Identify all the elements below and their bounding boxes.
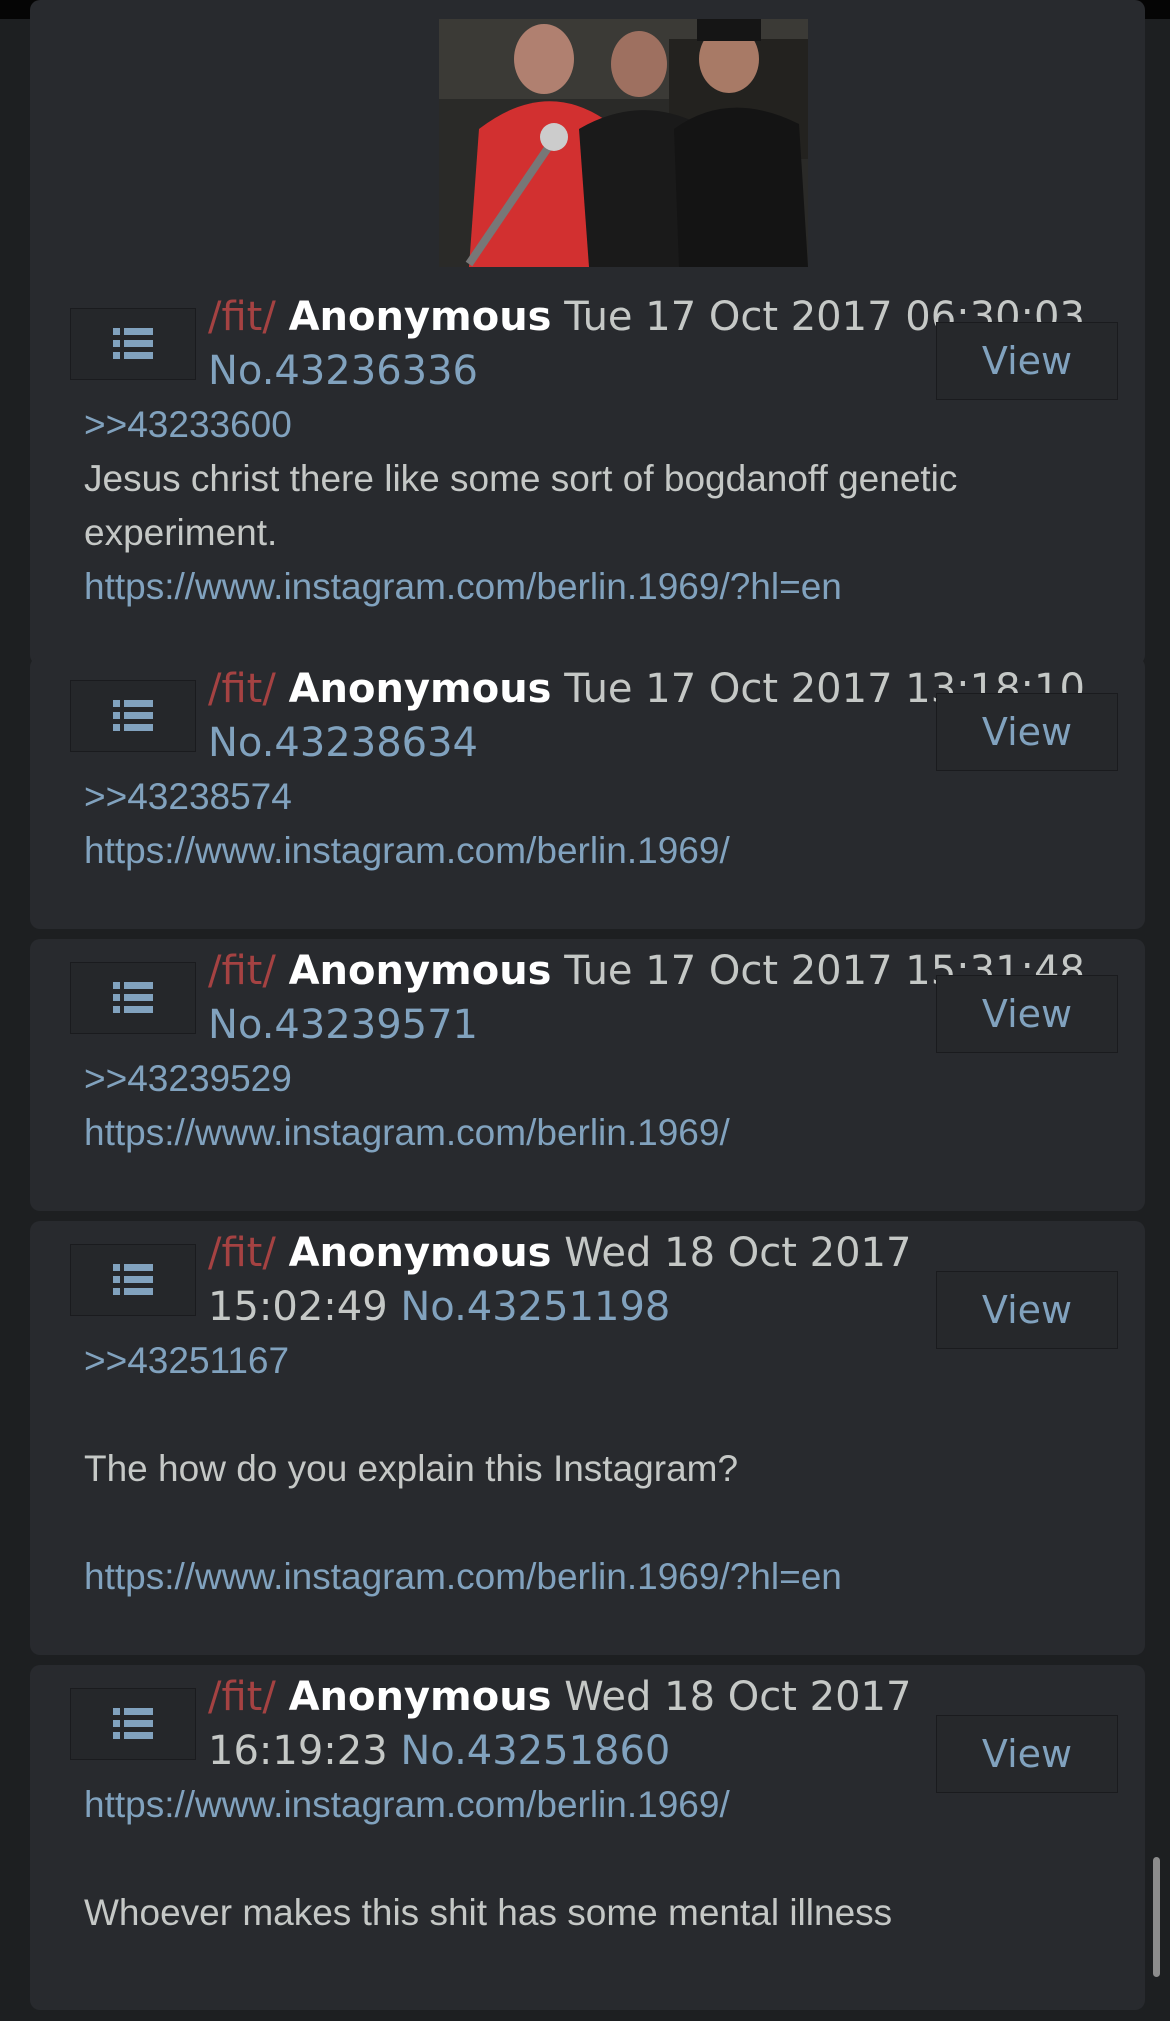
post: /fit/ Anonymous Tue 17 Oct 2017 06:30:03…	[30, 0, 1145, 665]
post: /fit/ Anonymous Wed 18 Oct 2017 15:02:49…	[30, 1221, 1145, 1655]
poster-name: Anonymous	[288, 1230, 552, 1276]
board-link[interactable]: /fit/	[208, 1230, 276, 1276]
poster-name: Anonymous	[288, 666, 552, 712]
list-icon	[113, 328, 153, 359]
board-link[interactable]: /fit/	[208, 294, 276, 340]
external-link[interactable]: https://www.instagram.com/berlin.1969/?h…	[84, 560, 842, 614]
board-link[interactable]: /fit/	[208, 666, 276, 712]
external-link[interactable]: https://www.instagram.com/berlin.1969/	[84, 1778, 730, 1832]
poster-name: Anonymous	[288, 294, 552, 340]
list-icon	[113, 1264, 153, 1295]
poster-name: Anonymous	[288, 1674, 552, 1720]
post-menu-button[interactable]	[70, 962, 196, 1034]
post-menu-button[interactable]	[70, 1244, 196, 1316]
external-link[interactable]: https://www.instagram.com/berlin.1969/	[84, 1106, 730, 1160]
post: /fit/ Anonymous Wed 18 Oct 2017 16:19:23…	[30, 1665, 1145, 2010]
list-icon	[113, 982, 153, 1013]
post-date: Wed 18 Oct 2017	[564, 1230, 912, 1276]
external-link[interactable]: https://www.instagram.com/berlin.1969/	[84, 824, 730, 878]
post-date: Wed 18 Oct 2017	[564, 1674, 912, 1720]
photo-thumbnail	[439, 19, 808, 267]
quote-link[interactable]: >>43233600	[84, 398, 292, 452]
post-header: /fit/ Anonymous Wed 18 Oct 2017 15:02:49…	[208, 1226, 928, 1334]
post-text: Whoever makes this shit has some mental …	[84, 1892, 893, 1933]
post-text: Jesus christ there like some sort of bog…	[84, 458, 958, 499]
view-button[interactable]: View	[936, 322, 1118, 400]
board-link[interactable]: /fit/	[208, 948, 276, 994]
post-menu-button[interactable]	[70, 1688, 196, 1760]
post-number[interactable]: No.43251198	[400, 1284, 670, 1330]
post-image[interactable]	[439, 19, 808, 267]
view-button[interactable]: View	[936, 1715, 1118, 1793]
post-menu-button[interactable]	[70, 680, 196, 752]
quote-link[interactable]: >>43251167	[84, 1334, 289, 1388]
scrollbar-thumb[interactable]	[1153, 1857, 1160, 1977]
post-header: /fit/ Anonymous Wed 18 Oct 2017 16:19:23…	[208, 1670, 928, 1778]
post: /fit/ Anonymous Tue 17 Oct 2017 13:18:10…	[30, 657, 1145, 929]
view-button[interactable]: View	[936, 975, 1118, 1053]
board-link[interactable]: /fit/	[208, 1674, 276, 1720]
post-menu-button[interactable]	[70, 308, 196, 380]
post-number[interactable]: No.43251860	[400, 1728, 670, 1774]
view-button[interactable]: View	[936, 1271, 1118, 1349]
post-time: 16:19:23	[208, 1728, 388, 1774]
list-icon	[113, 1708, 153, 1739]
poster-name: Anonymous	[288, 948, 552, 994]
thread-page: /fit/ Anonymous Tue 17 Oct 2017 06:30:03…	[0, 0, 1170, 2021]
post-number[interactable]: No.43238634	[208, 720, 478, 766]
post-time: 15:02:49	[208, 1284, 388, 1330]
post-text: experiment.	[84, 512, 278, 553]
quote-link[interactable]: >>43238574	[84, 770, 292, 824]
post-number[interactable]: No.43236336	[208, 348, 478, 394]
post-number[interactable]: No.43239571	[208, 1002, 478, 1048]
post: /fit/ Anonymous Tue 17 Oct 2017 15:31:48…	[30, 939, 1145, 1211]
external-link[interactable]: https://www.instagram.com/berlin.1969/?h…	[84, 1550, 842, 1604]
quote-link[interactable]: >>43239529	[84, 1052, 292, 1106]
post-text: The how do you explain this Instagram?	[84, 1448, 739, 1489]
view-button[interactable]: View	[936, 693, 1118, 771]
list-icon	[113, 700, 153, 731]
